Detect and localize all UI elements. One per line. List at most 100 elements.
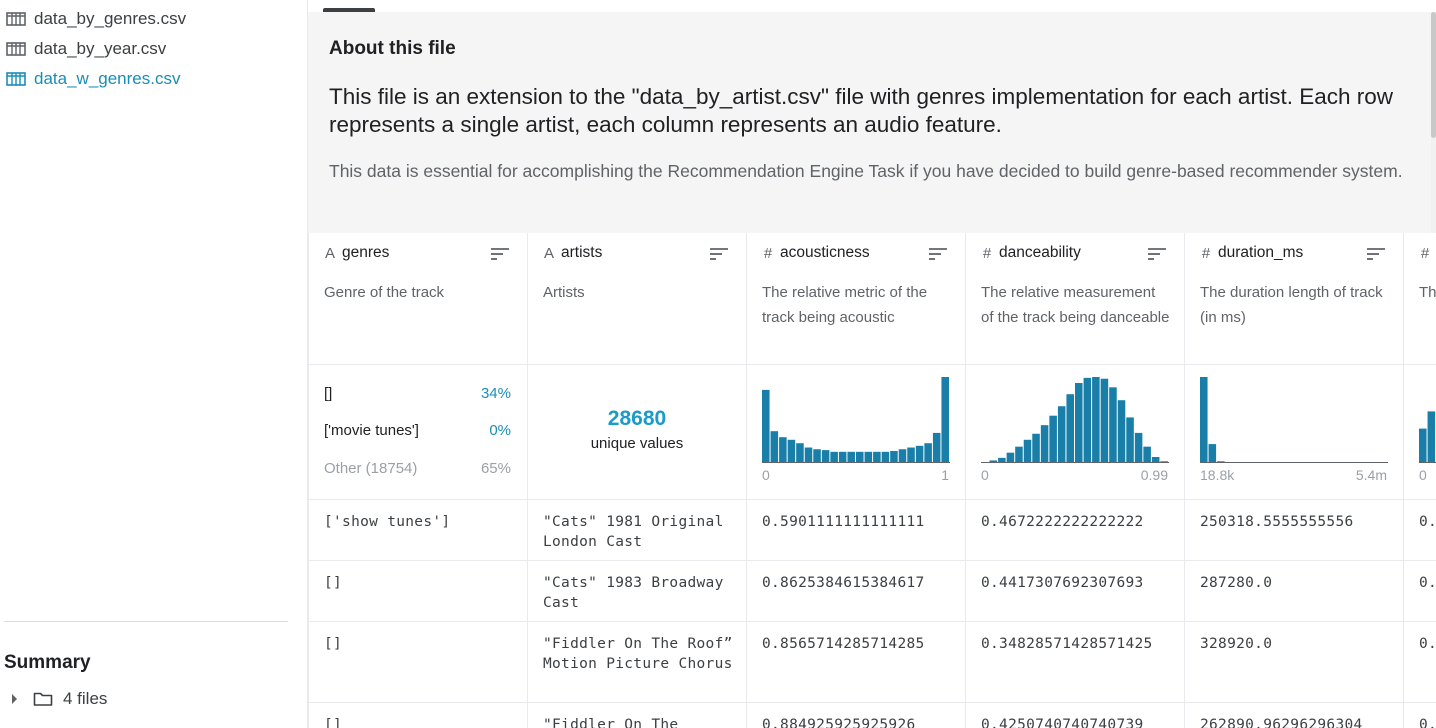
column-header[interactable]: # acousticness The relative metric of the … [747,233,965,365]
column-description: The duration length of track (in ms) [1200,284,1383,326]
table-cell[interactable]: 0.34828571428571425 [966,622,1184,703]
sort-icon[interactable] [491,247,509,261]
histogram-bar [770,431,779,463]
histogram-min: 18.8k [1200,467,1235,483]
histogram-min: 0 [1419,467,1427,483]
table-cell[interactable]: 0.4672222222222222 [966,500,1184,561]
table-cell[interactable]: 250318.5555555556 [1185,500,1403,561]
cell-value: "Cats" 1981 Original London Cast [543,514,724,550]
table-cell[interactable]: [] [309,561,527,622]
table-cell[interactable]: 0.5901111111111111 [747,500,965,561]
column-stats: 01 [747,365,965,500]
cell-value: [] [324,575,343,591]
column-header[interactable]: #Th Th [1404,233,1436,365]
table-cell[interactable]: "Fiddler On The Roof” Motion Picture Cho… [528,622,746,703]
column-header[interactable]: Aartists Artists [528,233,746,365]
column-stats: 18.8k 5.4m [1185,365,1403,500]
cell-value: 0. [1419,514,1436,530]
cell-value: 0.4672222222222222 [981,514,1144,530]
column-header[interactable]: # duration_ms The duration length of track… [1185,233,1403,365]
histogram-bar [1023,439,1032,463]
table-cell[interactable]: 0.884925925925926 [747,703,965,728]
histogram-bar [1032,433,1040,463]
column-header[interactable]: Agenres Genre of the track [309,233,527,365]
scrollbar-thumb[interactable] [1431,12,1436,138]
table-cell[interactable]: 0. [1404,561,1436,622]
histogram[interactable] [981,373,1169,463]
about-bold-text: This file is an extension to the "data_b… [329,84,1393,137]
histogram-bar [847,451,855,463]
file-item-data-w-genres[interactable]: data_w_genres.csv [6,67,180,91]
file-item-label: data_w_genres.csv [34,69,181,88]
column-header[interactable]: # danceability The relative measurement of… [966,233,1184,365]
sort-icon[interactable] [1367,247,1385,261]
column-name-label: acousticness [780,244,870,261]
cell-value: 0.8565714285714285 [762,636,925,652]
table-cell[interactable]: 0.8565714285714285 [747,622,965,703]
category-percent: 65% [480,460,511,477]
category-row: [] 34% [324,385,511,405]
column-name-label: danceability [999,244,1081,261]
histogram-bar [1109,387,1117,463]
histogram-bar [1134,432,1143,463]
column-acousticness: # acousticness The relative metric of the … [746,233,965,728]
cell-value: 0. [1419,575,1436,591]
histogram[interactable] [1419,373,1436,463]
sort-icon[interactable] [710,247,728,261]
histogram[interactable] [1200,373,1388,463]
category-percent: 0% [489,422,511,439]
table-cell[interactable]: "Fiddler On The [528,703,746,728]
histogram-max: 0.99 [1140,467,1168,483]
category-label: [] [324,385,333,402]
file-item-label: data_by_genres.csv [34,9,187,28]
table-cell[interactable]: 0. [1404,703,1436,728]
histogram-bar [1083,377,1092,463]
histogram[interactable] [762,373,950,463]
summary-files-label: 4 files [63,689,108,708]
table-cell[interactable]: 262890.96296296304 [1185,703,1403,728]
histogram-bar [1057,406,1066,463]
column-description: Artists [543,284,585,301]
category-row: ['movie tunes'] 0% [324,422,511,442]
cell-value: [] [324,717,343,728]
file-item-data-by-genres[interactable]: data_by_genres.csv [6,7,186,31]
cell-value: 328920.0 [1200,636,1273,652]
column-name: #Th [1419,244,1436,262]
table-cell[interactable]: [] [309,622,527,703]
table-cell[interactable]: "Cats" 1983 Broadway Cast [528,561,746,622]
histogram-bar [821,450,830,463]
column-description: Th [1419,284,1436,301]
sort-icon[interactable] [929,247,947,261]
file-item-data-by-year[interactable]: data_by_year.csv [6,37,166,61]
histogram-bar [864,451,873,463]
table-cell[interactable]: 0. [1404,500,1436,561]
cell-value: 262890.96296296304 [1200,717,1363,728]
histogram-bar [1126,417,1134,463]
table-cell[interactable]: 0.4417307692307693 [966,561,1184,622]
histogram-bar [804,447,813,463]
column-description: The relative metric of the track being a… [762,284,928,326]
table-cell[interactable]: 0. [1404,622,1436,703]
column-stats: [] 34% ['movie tunes'] 0% Other (18754) 65% [309,365,527,500]
summary-files-toggle[interactable]: 4 files [8,687,107,711]
category-percent: 34% [480,385,511,402]
histogram-bar [830,451,838,463]
table-cell[interactable]: "Cats" 1981 Original London Cast [528,500,746,561]
sort-icon[interactable] [1148,247,1166,261]
table-cell[interactable]: 287280.0 [1185,561,1403,622]
histogram-bar [881,451,890,463]
table-cell[interactable]: 0.4250740740740739 [966,703,1184,728]
histogram-axis: 18.8k 5.4m [1200,467,1387,483]
histogram-bar [1075,383,1083,463]
column-name: # acousticness [762,244,870,262]
histogram-bar [1143,446,1151,463]
table-cell[interactable]: 0.8625384615384617 [747,561,965,622]
cell-value: 250318.5555555556 [1200,514,1354,530]
table-cell[interactable]: 328920.0 [1185,622,1403,703]
column-name: # duration_ms [1200,244,1303,262]
table-cell[interactable]: [] [309,703,527,728]
histogram-bar [838,451,847,463]
unique-label: unique values [590,435,684,452]
sidebar: data_by_genres.csv data_by_year.csv data… [0,0,307,728]
table-cell[interactable]: ['show tunes'] [309,500,527,561]
